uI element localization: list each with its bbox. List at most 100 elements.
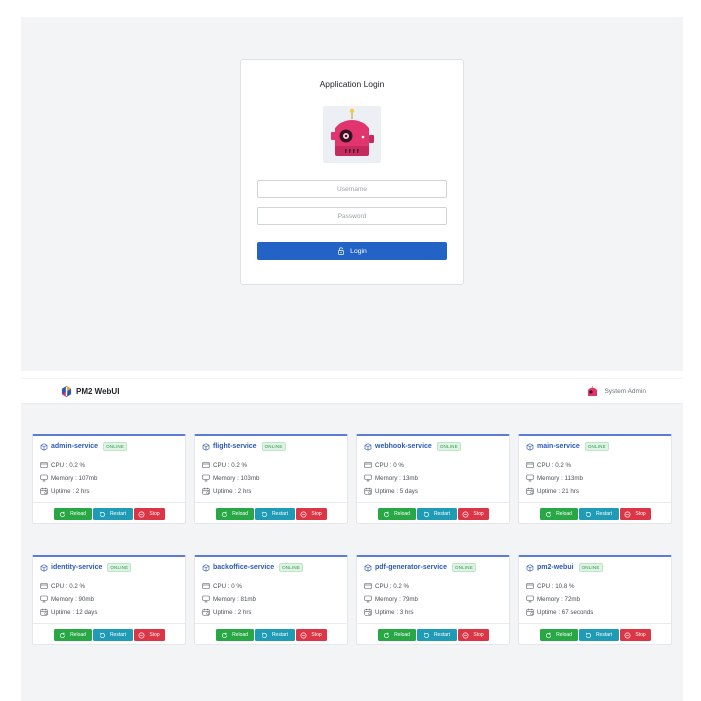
cpu-stat: CPU : 0.2 % bbox=[202, 461, 247, 469]
process-name[interactable]: admin-service bbox=[51, 443, 98, 450]
login-button[interactable]: Login bbox=[257, 242, 447, 260]
uptime-stat: Uptime : 2 hrs bbox=[40, 487, 90, 495]
restart-button[interactable]: Restart bbox=[416, 508, 457, 520]
uptime-stat: Uptime : 21 hrs bbox=[526, 487, 579, 495]
password-input[interactable] bbox=[257, 207, 447, 225]
restart-button[interactable]: Restart bbox=[578, 508, 619, 520]
process-name[interactable]: webhook-service bbox=[375, 443, 432, 450]
restart-button[interactable]: Restart bbox=[92, 629, 133, 641]
user-menu[interactable]: System Admin bbox=[586, 386, 646, 397]
restart-label: Restart bbox=[595, 511, 613, 517]
process-name[interactable]: main-service bbox=[537, 443, 580, 450]
stop-button[interactable]: Stop bbox=[133, 508, 165, 520]
avatar-icon bbox=[588, 386, 598, 396]
process-actions: Reload Restart Stop bbox=[357, 508, 509, 520]
reload-label: Reload bbox=[232, 632, 248, 638]
stop-button[interactable]: Stop bbox=[457, 508, 489, 520]
stop-button[interactable]: Stop bbox=[619, 508, 651, 520]
cpu-value: CPU : 0.2 % bbox=[537, 461, 572, 469]
process-title: main-service ONLINE bbox=[526, 442, 609, 451]
reload-button[interactable]: Reload bbox=[539, 629, 578, 641]
navbar: PM2 WebUI System Admin bbox=[21, 379, 683, 404]
restart-button[interactable]: Restart bbox=[92, 508, 133, 520]
username-input[interactable] bbox=[257, 180, 447, 198]
card-divider bbox=[195, 502, 347, 503]
cpu-stat: CPU : 0 % bbox=[364, 461, 404, 469]
restart-label: Restart bbox=[271, 511, 289, 517]
uptime-stat: Uptime : 12 days bbox=[40, 608, 97, 616]
reload-button[interactable]: Reload bbox=[215, 629, 254, 641]
cube-icon bbox=[202, 442, 210, 451]
robot-logo-icon bbox=[331, 108, 374, 156]
restart-label: Restart bbox=[595, 632, 613, 638]
cpu-stat: CPU : 0.2 % bbox=[40, 582, 85, 590]
memory-value: Memory : 81mb bbox=[213, 595, 256, 603]
cpu-value: CPU : 0 % bbox=[375, 461, 404, 469]
stop-button[interactable]: Stop bbox=[457, 629, 489, 641]
restart-button[interactable]: Restart bbox=[578, 629, 619, 641]
status-badge: ONLINE bbox=[578, 563, 603, 572]
process-actions: Reload Restart Stop bbox=[195, 508, 347, 520]
calendar-icon bbox=[40, 608, 48, 616]
memory-value: Memory : 103mb bbox=[213, 474, 260, 482]
reload-button[interactable]: Reload bbox=[53, 508, 92, 520]
reload-icon bbox=[60, 511, 66, 517]
reload-button[interactable]: Reload bbox=[53, 629, 92, 641]
stop-icon bbox=[462, 632, 469, 638]
stop-button[interactable]: Stop bbox=[295, 629, 327, 641]
reload-button[interactable]: Reload bbox=[215, 508, 254, 520]
reload-button[interactable]: Reload bbox=[377, 629, 416, 641]
stop-button[interactable]: Stop bbox=[133, 629, 165, 641]
stop-button[interactable]: Stop bbox=[295, 508, 327, 520]
restart-button[interactable]: Restart bbox=[254, 508, 295, 520]
restart-icon bbox=[585, 511, 591, 517]
uptime-value: Uptime : 2 hrs bbox=[213, 487, 252, 495]
cpu-icon bbox=[526, 582, 534, 590]
reload-label: Reload bbox=[394, 511, 410, 517]
process-title: backoffice-service ONLINE bbox=[202, 563, 304, 572]
uptime-stat: Uptime : 3 hrs bbox=[364, 608, 414, 616]
stop-label: Stop bbox=[311, 511, 322, 517]
cpu-stat: CPU : 0.2 % bbox=[526, 461, 571, 469]
cpu-stat: CPU : 0 % bbox=[202, 582, 242, 590]
status-badge: ONLINE bbox=[451, 563, 476, 572]
process-name[interactable]: pm2-webui bbox=[537, 564, 574, 571]
reload-icon bbox=[60, 632, 66, 638]
memory-icon bbox=[40, 474, 48, 482]
process-title: admin-service ONLINE bbox=[40, 442, 128, 451]
calendar-icon bbox=[526, 487, 534, 495]
restart-button[interactable]: Restart bbox=[254, 629, 295, 641]
process-name[interactable]: backoffice-service bbox=[213, 564, 274, 571]
cpu-stat: CPU : 0.2 % bbox=[364, 582, 409, 590]
memory-icon bbox=[364, 595, 372, 603]
brand[interactable]: PM2 WebUI bbox=[61, 386, 119, 397]
brand-name: PM2 WebUI bbox=[76, 387, 120, 396]
process-card: pdf-generator-service ONLINE CPU : 0.2 %… bbox=[356, 555, 510, 645]
process-name[interactable]: flight-service bbox=[213, 443, 257, 450]
memory-stat: Memory : 107mb bbox=[40, 474, 97, 482]
stop-icon bbox=[300, 632, 307, 638]
restart-icon bbox=[423, 511, 429, 517]
uptime-stat: Uptime : 2 hrs bbox=[202, 487, 252, 495]
stop-icon bbox=[300, 511, 307, 517]
stop-button[interactable]: Stop bbox=[619, 629, 651, 641]
process-card: webhook-service ONLINE CPU : 0 % Memory … bbox=[356, 434, 510, 524]
restart-icon bbox=[261, 632, 267, 638]
cpu-value: CPU : 10.8 % bbox=[537, 582, 575, 590]
reload-button[interactable]: Reload bbox=[377, 508, 416, 520]
cube-icon bbox=[40, 442, 48, 451]
memory-value: Memory : 79mb bbox=[375, 595, 418, 603]
stop-label: Stop bbox=[473, 511, 484, 517]
card-divider bbox=[195, 623, 347, 624]
reload-icon bbox=[546, 632, 552, 638]
uptime-value: Uptime : 21 hrs bbox=[537, 487, 579, 495]
status-badge: ONLINE bbox=[436, 442, 461, 451]
calendar-icon bbox=[202, 608, 210, 616]
process-name[interactable]: pdf-generator-service bbox=[375, 564, 447, 571]
memory-value: Memory : 90mb bbox=[51, 595, 94, 603]
process-actions: Reload Restart Stop bbox=[33, 508, 185, 520]
process-name[interactable]: identity-service bbox=[51, 564, 102, 571]
restart-button[interactable]: Restart bbox=[416, 629, 457, 641]
process-actions: Reload Restart Stop bbox=[195, 629, 347, 641]
reload-button[interactable]: Reload bbox=[539, 508, 578, 520]
